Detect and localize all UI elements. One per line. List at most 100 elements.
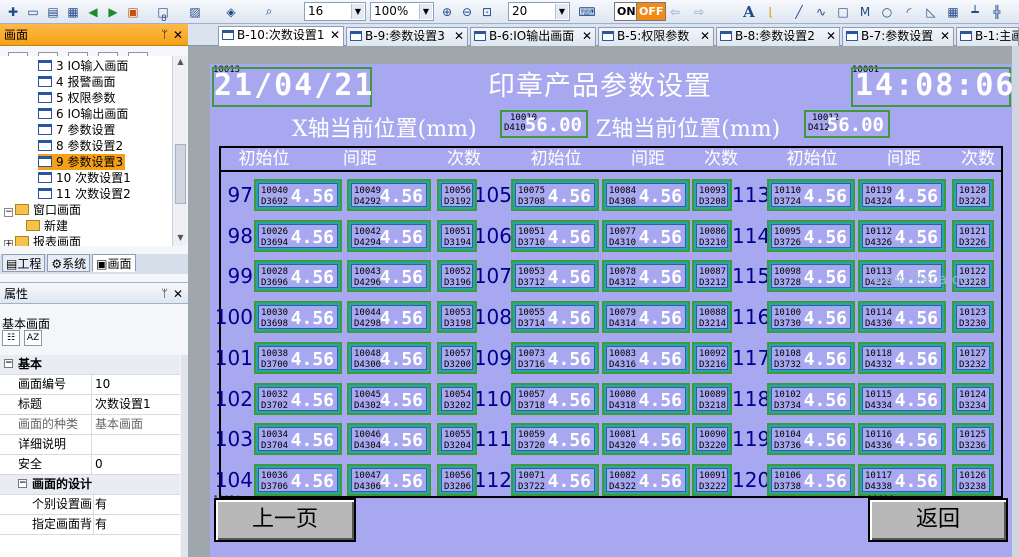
keyboard-icon[interactable]: ⌨ [578, 3, 596, 20]
numeric-input-cell[interactable]: 10045 D4302 4.56 [347, 382, 431, 415]
screen-icon[interactable]: ▤ [44, 3, 62, 20]
numeric-input-cell[interactable]: 10116 D4336 4.56 [858, 423, 946, 456]
tree-item-window-screen[interactable]: − 窗口画面 [4, 202, 81, 218]
close-icon[interactable]: ✕ [700, 28, 710, 45]
numeric-input-cell[interactable]: 10057 D3718 4.56 [511, 382, 599, 415]
property-value[interactable]: 有 [95, 515, 107, 534]
collapse-icon[interactable]: − [4, 208, 13, 217]
numeric-input-cell[interactable]: 10038 D3700 4.56 [254, 341, 342, 374]
numeric-input-cell[interactable]: 10073 D3716 4.56 [511, 341, 599, 374]
numeric-input-cell[interactable]: 10043 D4296 4.56 [347, 260, 431, 293]
canvas-scrollbar[interactable] [1012, 46, 1019, 557]
pin-icon[interactable]: ᛘ [161, 283, 168, 305]
numeric-input-cell[interactable]: 10036 D3706 4.56 [254, 463, 342, 496]
collapse-icon[interactable]: − [18, 479, 27, 488]
tree-item-count2[interactable]: 11 次数设置2 [38, 186, 131, 202]
grid-select[interactable]: 20 ▼ [508, 2, 570, 21]
numeric-input-cell[interactable]: 10057 D3200 [437, 341, 477, 374]
tab-b1[interactable]: B-1:主画 [956, 27, 1019, 46]
numeric-input-cell[interactable]: 10126 D3238 [952, 463, 994, 496]
numeric-input-cell[interactable]: 10090 D3220 [692, 423, 732, 456]
tab-screen[interactable]: ▣画面 [92, 254, 136, 272]
numeric-input-cell[interactable]: 10093 D3208 [692, 179, 732, 211]
numeric-input-cell[interactable]: 10046 D4304 4.56 [347, 423, 431, 456]
numeric-input-cell[interactable]: 10106 D3738 4.56 [767, 463, 855, 496]
numeric-input-cell[interactable]: 10055 D3204 [437, 423, 477, 456]
numeric-input-cell[interactable]: 10117 D4338 4.56 [858, 463, 946, 496]
numeric-input-cell[interactable]: 10080 D4318 4.56 [602, 382, 690, 415]
property-row[interactable]: 画面编号 10 [0, 375, 180, 395]
tree-item-permission[interactable]: 5 权限参数 [38, 90, 115, 106]
numeric-input-cell[interactable]: 10119 D4324 4.56 [858, 179, 946, 211]
scroll-up-icon[interactable]: ▲ [175, 57, 186, 69]
numeric-input-cell[interactable]: 10091 D3222 [692, 463, 732, 496]
alpha-sort-icon[interactable]: AZ [24, 330, 42, 346]
save-icon[interactable]: ▭ [24, 3, 42, 20]
numeric-input-cell[interactable]: 10026 D3694 4.56 [254, 219, 342, 252]
tab-b5[interactable]: B-5:权限参数 ✕ [598, 27, 714, 46]
text-tool-icon[interactable]: A [740, 3, 758, 21]
numeric-input-cell[interactable]: 10081 D4320 4.56 [602, 423, 690, 456]
category-sort-icon[interactable]: ☷ [2, 330, 20, 346]
close-icon[interactable]: ✕ [173, 24, 183, 46]
piping-icon[interactable]: ╬ [988, 3, 1006, 20]
numeric-input-cell[interactable]: 10083 D4316 4.56 [602, 341, 690, 374]
numeric-input-cell[interactable]: 10092 D3216 [692, 341, 732, 374]
on-toggle[interactable]: ON [614, 2, 639, 21]
tab-b10[interactable]: B-10:次数设置1 ✕ [218, 26, 344, 46]
zoom-in-icon[interactable]: ⊕ [438, 3, 456, 20]
numeric-input-cell[interactable]: 10051 D3710 4.56 [511, 219, 599, 252]
numeric-input-cell[interactable]: 10102 D3734 4.56 [767, 382, 855, 415]
property-group[interactable]: − 基本 [0, 355, 180, 375]
forward-arrow-icon[interactable]: ⇨ [690, 3, 708, 20]
numeric-input-cell[interactable]: 10108 D3732 4.56 [767, 341, 855, 374]
numeric-input-cell[interactable]: 10125 D3236 [952, 423, 994, 456]
numeric-input-cell[interactable]: 10042 D4294 4.56 [347, 219, 431, 252]
pattern-icon[interactable]: ▨ [186, 3, 204, 20]
tree-item-param[interactable]: 7 参数设置 [38, 122, 115, 138]
tree-item-param3[interactable]: 9 参数设置3 [38, 154, 126, 170]
numeric-input-cell[interactable]: 10056 D3192 [437, 179, 477, 211]
polygon-icon[interactable]: M [856, 3, 874, 20]
numeric-input-cell[interactable]: 10078 D4312 4.56 [602, 260, 690, 293]
pin-icon[interactable]: ᛘ [161, 24, 168, 46]
tab-b8[interactable]: B-8:参数设置2 ✕ [716, 27, 840, 46]
numeric-input-cell[interactable]: 10100 D3730 4.56 [767, 301, 855, 334]
numeric-input-cell[interactable]: 10112 D4326 4.56 [858, 219, 946, 252]
numeric-input-cell[interactable]: 10128 D3224 [952, 179, 994, 211]
tree-item-io-input[interactable]: 3 IO输入画面 [38, 58, 128, 74]
arc-icon[interactable]: ◜ [900, 3, 918, 20]
scroll-down-icon[interactable]: ▼ [175, 233, 186, 245]
prev-page-button[interactable]: 上一页 [214, 498, 356, 542]
close-icon[interactable]: ✕ [940, 28, 950, 45]
property-group[interactable]: − 画面的设计 [0, 475, 180, 495]
numeric-input-cell[interactable]: 10079 D4314 4.56 [602, 301, 690, 334]
tab-b9[interactable]: B-9:参数设置3 ✕ [346, 27, 468, 46]
close-icon[interactable]: ✕ [454, 28, 464, 45]
property-row[interactable]: 详细说明 [0, 435, 180, 455]
polyline-icon[interactable]: ∿ [812, 3, 830, 20]
numeric-input-cell[interactable]: 10051 D3194 [437, 219, 477, 252]
numeric-input-cell[interactable]: 10082 D4322 4.56 [602, 463, 690, 496]
numeric-input-cell[interactable]: 10030 D3698 4.56 [254, 301, 342, 334]
numeric-input-cell[interactable]: 10123 D3230 [952, 301, 994, 334]
tab-project[interactable]: ▤工程 [2, 254, 46, 272]
window-icon[interactable]: ▦ [64, 3, 82, 20]
label-icon[interactable]: ⌊ [762, 3, 780, 20]
tree-item-count1[interactable]: 10 次数设置1 [38, 170, 131, 186]
line-icon[interactable]: ╱ [790, 3, 808, 20]
back-arrow-icon[interactable]: ⇦ [666, 3, 684, 20]
numeric-input-cell[interactable]: 10044 D4298 4.56 [347, 301, 431, 334]
tab-b7[interactable]: B-7:参数设置 ✕ [842, 27, 954, 46]
numeric-input-cell[interactable]: 10034 D3704 4.56 [254, 423, 342, 456]
property-row[interactable]: 安全 0 [0, 455, 180, 475]
numeric-input-cell[interactable]: 10075 D3708 4.56 [511, 179, 599, 211]
numeric-input-cell[interactable]: 10054 D3202 [437, 382, 477, 415]
property-value[interactable]: 次数设置1 [95, 395, 151, 414]
numeric-input-cell[interactable]: 10055 D3714 4.56 [511, 301, 599, 334]
numeric-input-cell[interactable]: 10127 D3232 [952, 341, 994, 374]
numeric-input-cell[interactable]: 10121 D3226 [952, 219, 994, 252]
fit-icon[interactable]: ⊡ [478, 3, 496, 20]
numeric-input-cell[interactable]: 10084 D4308 4.56 [602, 179, 690, 211]
numeric-input-cell[interactable]: 10053 D3712 4.56 [511, 260, 599, 293]
